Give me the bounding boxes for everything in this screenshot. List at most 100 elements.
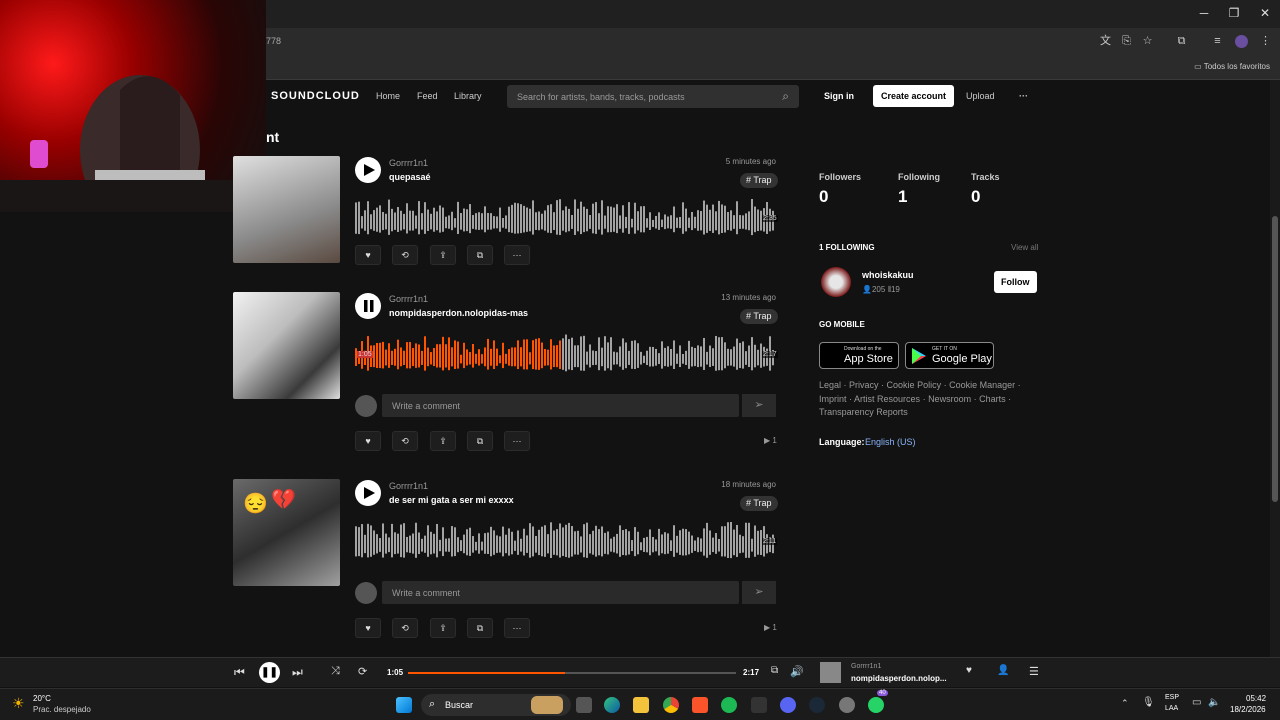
translate-icon[interactable]: 文 — [1099, 35, 1112, 48]
comment-input[interactable] — [382, 581, 722, 604]
weather-desc[interactable]: Prac. despejado — [33, 705, 91, 714]
footer-link-cookie-manager[interactable]: Cookie Manager — [949, 380, 1015, 390]
comment-input[interactable] — [382, 394, 722, 417]
play-button[interactable] — [355, 157, 381, 183]
copy-link-button[interactable]: ⧉ — [467, 618, 493, 638]
sign-in-button[interactable]: Sign in — [816, 85, 862, 107]
maximize-button[interactable]: ❐ — [1224, 6, 1244, 20]
pause-icon[interactable]: ❚❚ — [259, 662, 280, 683]
track-artwork[interactable]: 😔 💔 — [233, 479, 340, 586]
track-artist[interactable]: Gorrrr1n1 — [389, 294, 428, 304]
tracks-label[interactable]: Tracks — [971, 172, 1000, 182]
copy-link-button[interactable]: ⧉ — [467, 431, 493, 451]
follow-user-icon[interactable]: 👤 — [997, 665, 1009, 676]
followers-label[interactable]: Followers — [819, 172, 861, 182]
brave-icon[interactable] — [692, 697, 708, 713]
user-avatar[interactable] — [821, 267, 851, 297]
more-button[interactable]: ··· — [504, 618, 530, 638]
pause-button[interactable] — [355, 293, 381, 319]
player-track-artwork[interactable] — [820, 662, 841, 683]
footer-link-legal[interactable]: Legal — [819, 380, 841, 390]
genre-tag[interactable]: # Trap — [740, 173, 778, 188]
followed-username[interactable]: whoiskakuu — [862, 270, 914, 280]
waveform[interactable] — [355, 195, 775, 239]
queue-icon[interactable]: ☰ — [1029, 665, 1039, 678]
repost-button[interactable]: ⟲ — [392, 431, 418, 451]
like-button[interactable]: ♥ — [355, 618, 381, 638]
weather-temp[interactable]: 20°C — [33, 694, 51, 703]
player-title[interactable]: nompidasperdon.nolop... — [851, 674, 947, 683]
track-title[interactable]: nompidasperdon.nolopidas-mas — [389, 308, 528, 318]
share-button[interactable]: ⇪ — [430, 245, 456, 265]
file-explorer-icon[interactable] — [633, 697, 649, 713]
microphone-icon[interactable]: 🎙 — [1142, 697, 1155, 708]
display-icon[interactable]: ▭ — [1192, 697, 1201, 708]
repeat-icon[interactable]: ⟳ — [358, 665, 367, 678]
send-comment-button[interactable]: ➢ — [742, 394, 776, 417]
genre-tag[interactable]: # Trap — [740, 496, 778, 511]
steam-icon[interactable] — [809, 697, 825, 713]
share-button[interactable]: ⇪ — [430, 618, 456, 638]
nav-home[interactable]: Home — [376, 91, 400, 101]
app-store-badge[interactable]: Download on the App Store — [819, 342, 899, 369]
track-title[interactable]: de ser mi gata a ser mi exxxx — [389, 495, 514, 505]
more-button[interactable]: ··· — [504, 245, 530, 265]
player-progress-bar[interactable] — [408, 672, 736, 674]
chrome-icon[interactable] — [663, 697, 679, 713]
player-artist[interactable]: Gorrrr1n1 — [851, 663, 881, 670]
next-track-icon[interactable]: ⏭ — [292, 665, 303, 680]
app-icon[interactable] — [839, 697, 855, 713]
followers-count[interactable]: 0 — [819, 187, 828, 207]
footer-link-artist-resources[interactable]: Artist Resources — [854, 394, 920, 404]
play-button[interactable] — [355, 480, 381, 506]
nav-feed[interactable]: Feed — [417, 91, 438, 101]
waveform[interactable] — [355, 331, 775, 375]
bookmark-star-icon[interactable]: ☆ — [1141, 35, 1154, 48]
taskbar-search[interactable]: ⌕ Buscar — [421, 694, 571, 716]
edge-icon[interactable] — [604, 697, 620, 713]
tab-search-icon[interactable]: ≡ — [1211, 35, 1224, 48]
track-artist[interactable]: Gorrrr1n1 — [389, 481, 428, 491]
footer-link-charts[interactable]: Charts — [979, 394, 1006, 404]
discord-icon[interactable] — [780, 697, 796, 713]
following-label[interactable]: Following — [898, 172, 940, 182]
profile-avatar[interactable] — [1235, 35, 1248, 48]
cast-icon[interactable]: ⎘ — [1120, 35, 1133, 48]
repost-button[interactable]: ⟲ — [392, 618, 418, 638]
close-button[interactable]: ✕ — [1255, 6, 1275, 20]
clock-date[interactable]: 18/2/2026 — [1230, 705, 1266, 714]
footer-link-transparency-reports[interactable]: Transparency Reports — [819, 407, 908, 417]
waveform[interactable] — [355, 518, 775, 562]
clock-time[interactable]: 05:42 — [1246, 694, 1266, 703]
footer-link-newsroom[interactable]: Newsroom — [928, 394, 971, 404]
track-title[interactable]: quepasaé — [389, 172, 431, 182]
soundcloud-logo[interactable]: SOUNDCLOUD — [271, 90, 360, 102]
follow-button[interactable]: Follow — [994, 271, 1037, 293]
extensions-icon[interactable]: ⧉ — [1175, 35, 1188, 48]
search-icon[interactable]: ⌕ — [782, 89, 789, 104]
track-artist[interactable]: Gorrrr1n1 — [389, 158, 428, 168]
repost-button[interactable]: ⟲ — [392, 245, 418, 265]
upload-link[interactable]: Upload — [958, 85, 1003, 107]
shuffle-icon[interactable]: ⤨ — [331, 665, 340, 678]
bookmarks-folder[interactable]: ▭ Todos los favoritos — [1194, 62, 1270, 71]
search-input[interactable] — [507, 85, 757, 108]
track-artwork[interactable] — [233, 292, 340, 399]
more-options-icon[interactable]: ··· — [1011, 85, 1036, 107]
miniplayer-icon[interactable]: ⧉ — [771, 665, 778, 676]
windows-start-icon[interactable] — [396, 697, 412, 713]
footer-link-cookie-policy[interactable]: Cookie Policy — [887, 380, 942, 390]
footer-link-privacy[interactable]: Privacy — [849, 380, 879, 390]
more-button[interactable]: ··· — [504, 431, 530, 451]
input-language[interactable]: ESP — [1165, 694, 1179, 701]
scrollbar-thumb[interactable] — [1272, 216, 1278, 502]
language-link[interactable]: English (US) — [865, 437, 916, 447]
input-language-region[interactable]: LAA — [1165, 705, 1178, 712]
like-button[interactable]: ♥ — [355, 431, 381, 451]
task-view-icon[interactable] — [576, 697, 592, 713]
whatsapp-icon[interactable]: 40 — [868, 690, 888, 713]
view-all-link[interactable]: View all — [1011, 243, 1038, 252]
tray-overflow-icon[interactable]: ⌃ — [1121, 698, 1129, 709]
url-text[interactable]: 778 — [266, 36, 281, 46]
nav-library[interactable]: Library — [454, 91, 482, 101]
